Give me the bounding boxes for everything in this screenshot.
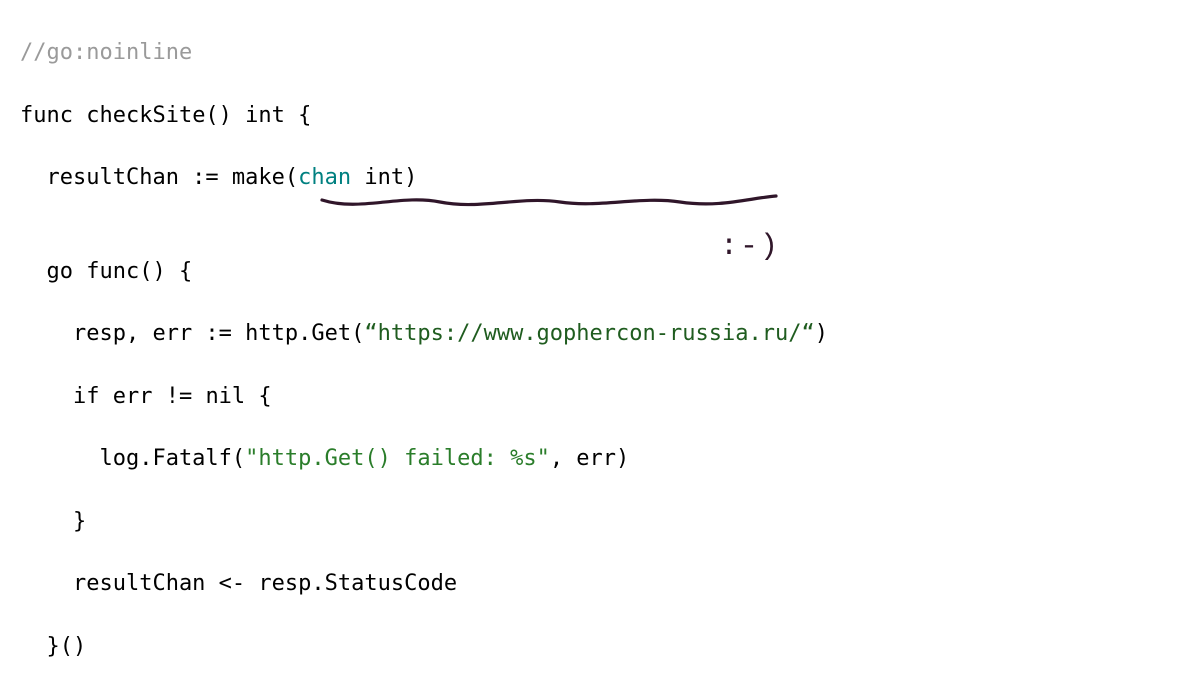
squiggle-underline-icon — [320, 192, 780, 216]
string-url: “https://www.gophercon-russia.ru/“ — [364, 321, 814, 346]
code-text: resp, err := http.Get( — [20, 321, 364, 346]
code-text: }() — [20, 631, 1200, 662]
string-literal: "http.Get() failed: %s" — [245, 446, 550, 471]
code-text: resultChan := make( — [20, 165, 298, 190]
code-text: } — [20, 506, 1200, 537]
kw-chan: chan — [298, 165, 351, 190]
code-text: checkSite() — [73, 103, 245, 128]
code-text: { — [285, 103, 312, 128]
code-text: () { — [139, 259, 192, 284]
comment: //go:noinline — [20, 40, 192, 65]
code-block: //go:noinline func checkSite() int { res… — [0, 0, 1200, 675]
kw-nil: nil — [205, 384, 245, 409]
code-text: ) — [815, 321, 828, 346]
code-text: if err != — [20, 384, 205, 409]
kw-func: func — [20, 103, 73, 128]
code-text: go — [20, 259, 86, 284]
code-text: { — [245, 384, 272, 409]
code-text: log.Fatalf( — [20, 446, 245, 471]
code-text: int) — [351, 165, 417, 190]
code-text: , err) — [550, 446, 629, 471]
code-text: resultChan <- resp.StatusCode — [20, 568, 1200, 599]
kw-type: int — [245, 103, 285, 128]
kw-func: func — [86, 259, 139, 284]
